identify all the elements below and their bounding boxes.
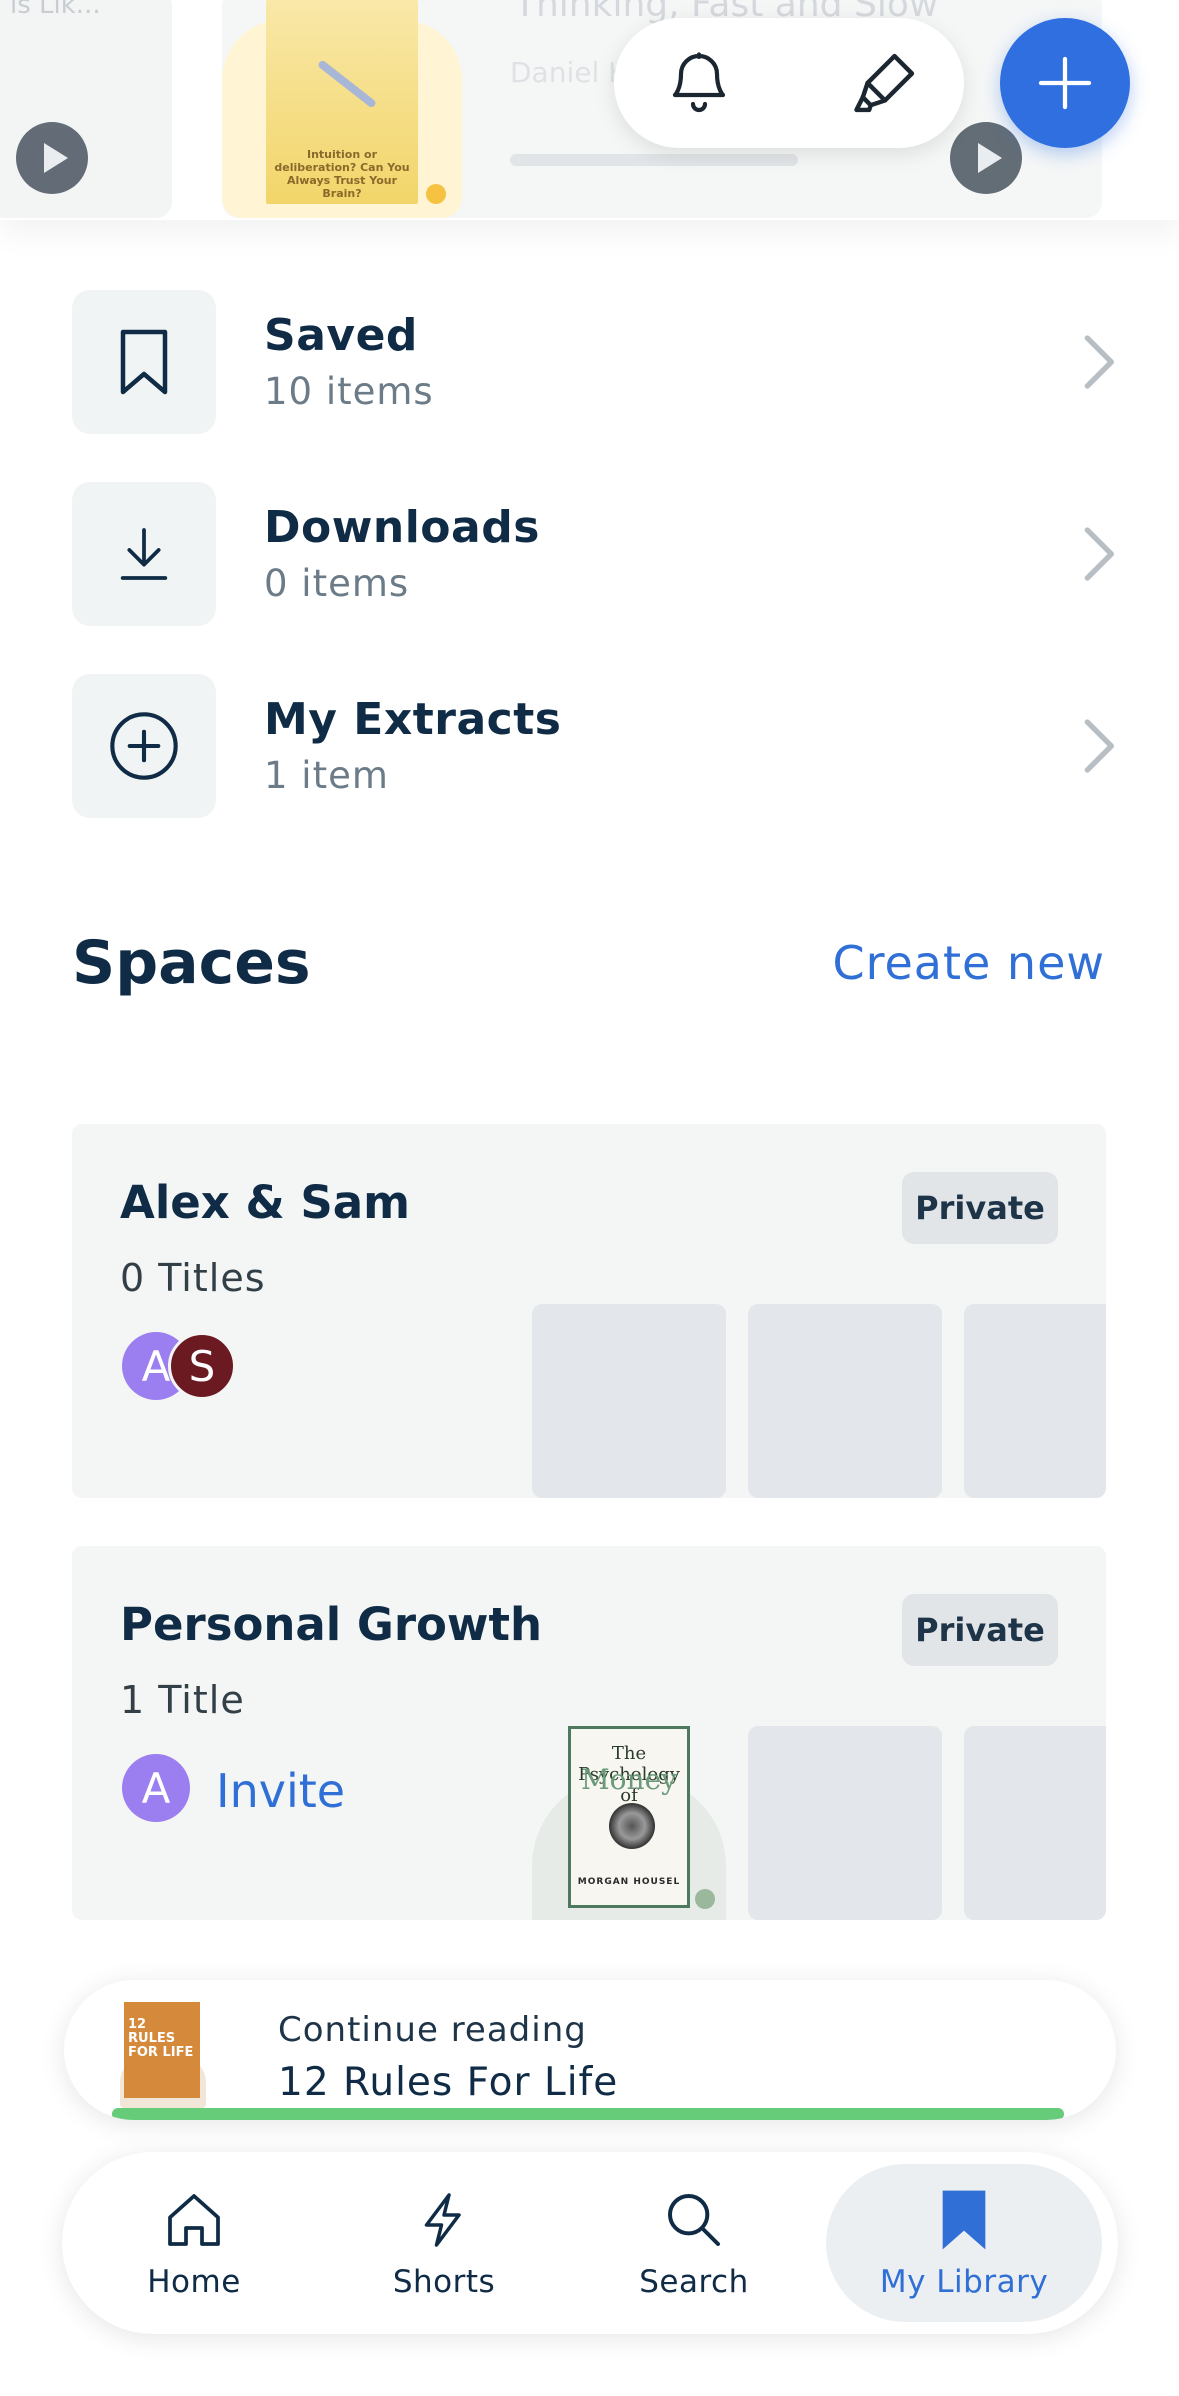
nav-label: Home [147,2264,241,2300]
brain-illustration [609,1803,655,1849]
plus-icon [1038,56,1092,110]
chevron-right-icon [1074,518,1122,590]
add-button[interactable] [1000,18,1130,148]
library-row-count: 10 items [264,370,434,413]
privacy-badge: Private [902,1594,1058,1666]
plus-circle-icon [72,674,216,818]
invite-link[interactable]: Invite [216,1764,345,1818]
bookmark-outline-icon [72,290,216,434]
reading-progress-bar [112,2108,1064,2120]
library-row-saved[interactable]: Saved 10 items [72,290,1122,434]
space-card-alex-sam[interactable]: Alex & Sam 0 Titles Private A S [72,1124,1106,1498]
download-icon [72,482,216,626]
book-cover[interactable]: Intuition or deliberation? Can You Alway… [266,0,418,204]
title-placeholder [964,1726,1106,1920]
library-row-downloads[interactable]: Downloads 0 items [72,482,1122,626]
library-row-extracts[interactable]: My Extracts 1 item [72,674,1122,818]
audio-badge-icon [426,184,446,204]
header-action-pill [614,18,964,148]
space-title-count: 0 Titles [120,1256,266,1300]
avatar: A [122,1754,190,1822]
library-row-count: 0 items [264,562,410,605]
title-placeholder [748,1726,942,1920]
recent-carousel: is Lik... Intuition or deliberation? Can… [0,0,1179,220]
continue-reading-bar[interactable]: 12 RULES FOR LIFE Continue reading 12 Ru… [64,1980,1116,2120]
audio-badge-icon [695,1889,715,1909]
title-placeholder [748,1304,942,1498]
home-icon [62,2188,326,2252]
nav-item-shorts[interactable]: Shorts [312,2152,576,2334]
library-row-count: 1 item [264,754,389,797]
lightning-icon [312,2188,576,2252]
carousel-progress [510,154,798,166]
avatar: S [168,1332,236,1400]
play-icon[interactable] [16,122,88,194]
book-author: MORGAN HOUSEL [577,1877,681,1887]
create-new-space-link[interactable]: Create new [832,936,1105,990]
bookmark-filled-icon [832,2188,1096,2252]
library-row-title: Downloads [264,502,540,553]
continue-reading-title: 12 Rules For Life [278,2060,619,2105]
book-title-line: Money [581,1763,677,1796]
space-name: Alex & Sam [120,1176,411,1229]
continue-reading-label: Continue reading [278,2010,587,2050]
reading-progress-fill [112,2108,1064,2120]
play-icon[interactable] [950,122,1022,194]
search-icon [562,2188,826,2252]
pencil-illustration [316,59,378,109]
highlighter-icon[interactable] [840,38,930,128]
book-cover-text: 12 RULES FOR LIFE [128,2017,194,2060]
carousel-card-title: is Lik... [10,0,101,20]
space-card-personal-growth[interactable]: Personal Growth 1 Title Private A Invite… [72,1546,1106,1920]
nav-item-home[interactable]: Home [62,2152,326,2334]
book-cover-12-rules: 12 RULES FOR LIFE [124,2002,200,2098]
bell-icon[interactable] [654,38,744,128]
book-cover-caption: Intuition or deliberation? Can You Alway… [274,148,410,200]
privacy-badge: Private [902,1172,1058,1244]
space-title-count: 1 Title [120,1678,245,1722]
title-placeholder [964,1304,1106,1498]
nav-label: Search [639,2264,749,2300]
space-name: Personal Growth [120,1598,543,1651]
library-row-title: My Extracts [264,694,562,745]
nav-label: My Library [879,2264,1049,2300]
bottom-navigation: Home Shorts Search My Library [62,2152,1118,2334]
nav-item-my-library[interactable]: My Library [832,2152,1096,2334]
carousel-card-previous[interactable]: is Lik... [0,0,172,218]
book-cover-psychology-of-money[interactable]: The Psychology of Money MORGAN HOUSEL [568,1726,715,1909]
spaces-heading: Spaces [72,928,311,998]
library-row-title: Saved [264,310,418,361]
chevron-right-icon [1074,710,1122,782]
nav-item-search[interactable]: Search [562,2152,826,2334]
chevron-right-icon [1074,326,1122,398]
title-placeholder [532,1304,726,1498]
nav-label: Shorts [392,2264,496,2300]
